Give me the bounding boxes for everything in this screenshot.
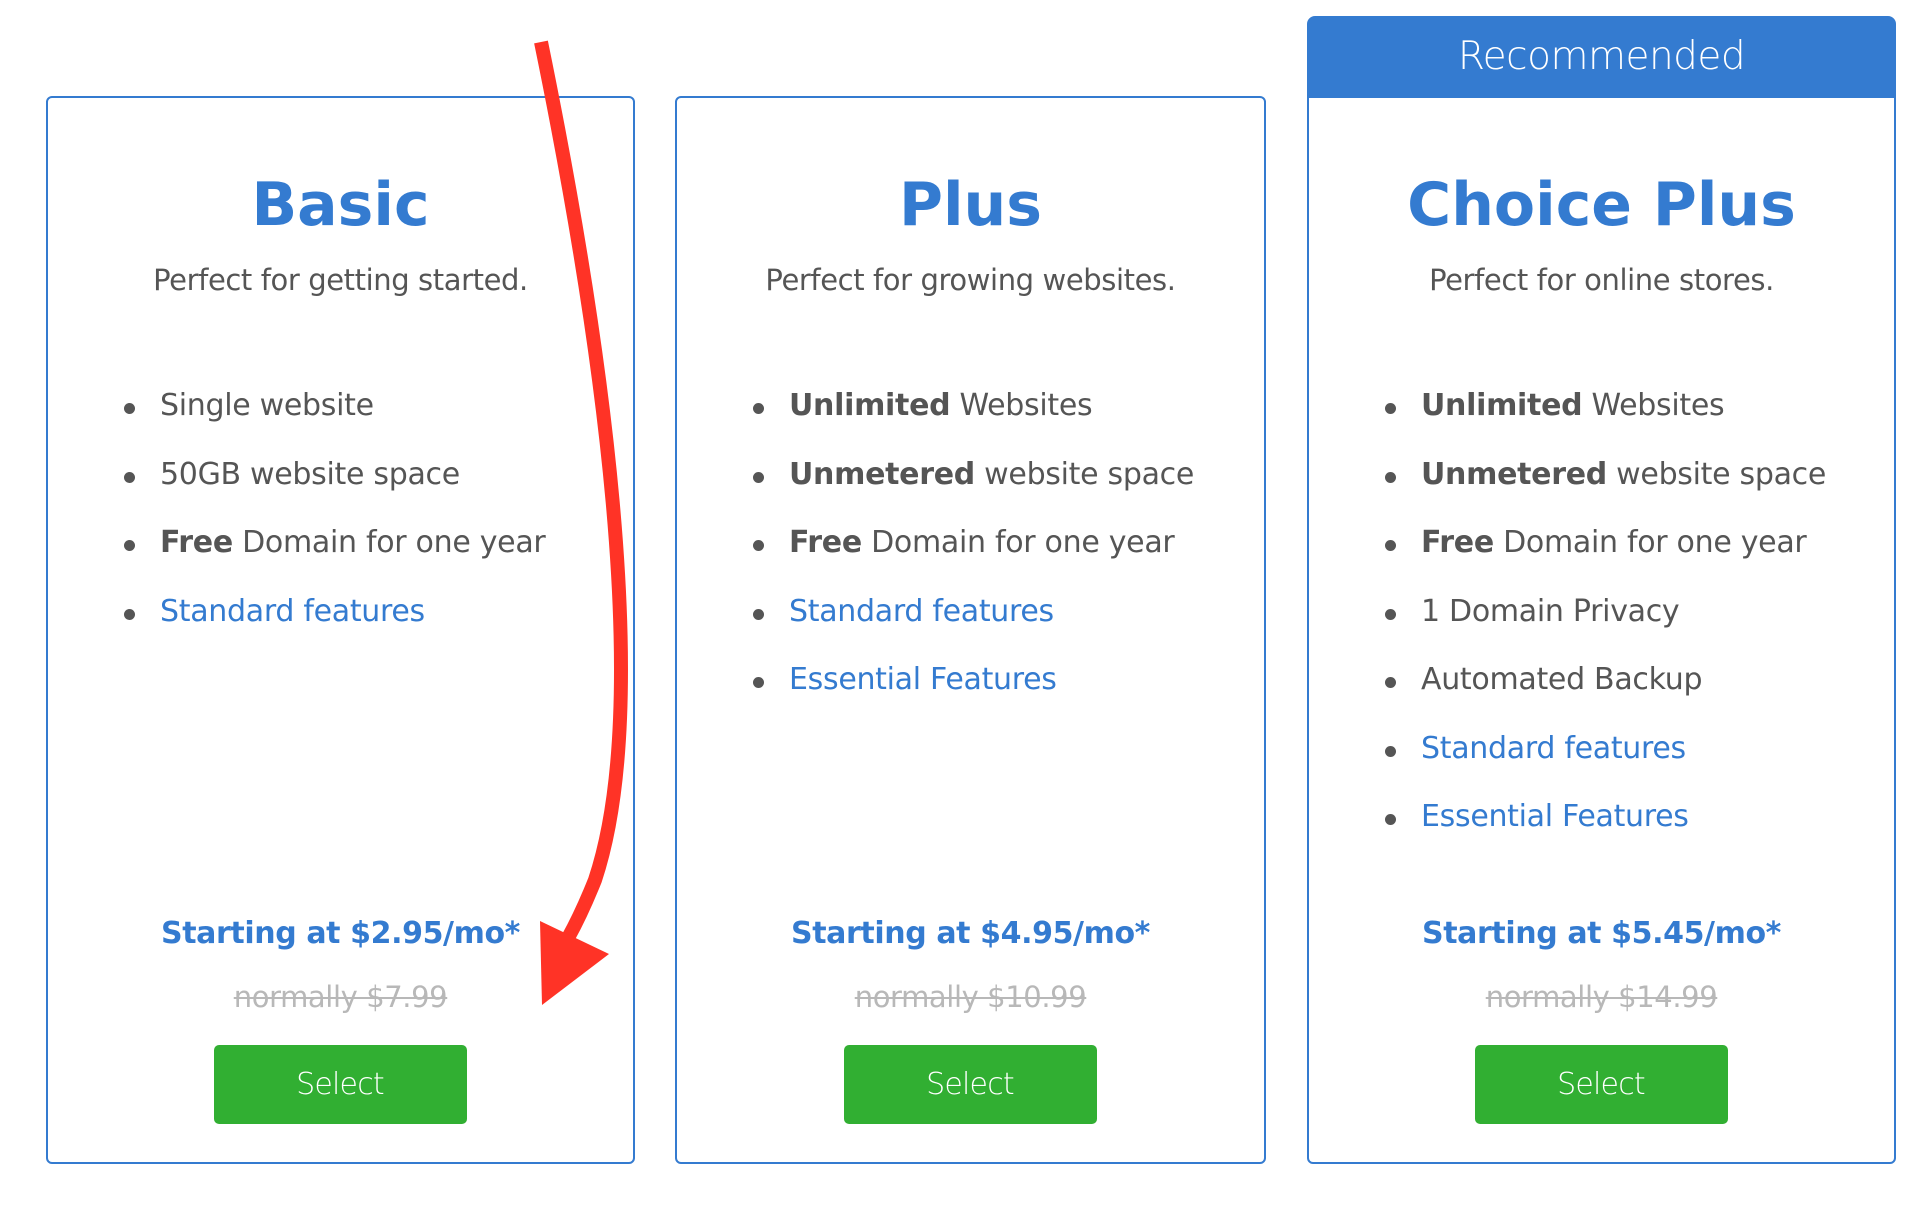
feature-text: website space	[1606, 456, 1827, 492]
feature-text: 1 Domain Privacy	[1421, 593, 1680, 629]
feature-text: Websites	[950, 388, 1093, 423]
feature-item: Free Domain for one year	[120, 523, 546, 592]
recommended-banner: Recommended	[1307, 16, 1896, 98]
feature-item: 50GB website space	[120, 455, 545, 524]
feature-item: Unlimited Websites	[749, 386, 1194, 455]
select-button-plus[interactable]: Select	[843, 1045, 1097, 1124]
normal-price: normally $10.99	[854, 980, 1087, 1014]
feature-list: Unlimited Websites Unmetered website spac…	[749, 386, 1194, 729]
feature-highlight: Unmetered	[1421, 456, 1607, 492]
feature-link[interactable]: Standard features	[160, 594, 425, 629]
feature-item: Automated Backup	[1381, 660, 1826, 729]
feature-text: Domain for one year	[861, 525, 1175, 560]
feature-link[interactable]: Essential Features	[789, 662, 1057, 697]
plan-card-basic: Basic Perfect for getting started. Singl…	[46, 96, 635, 1164]
feature-link[interactable]: Essential Features	[1421, 799, 1689, 834]
feature-item: Single website	[120, 386, 545, 455]
feature-text: Domain for one year	[232, 525, 546, 560]
feature-highlight: Free	[1421, 525, 1494, 560]
feature-link[interactable]: Standard features	[1421, 731, 1686, 766]
plan-tagline: Perfect for growing websites.	[765, 263, 1176, 297]
feature-highlight: Free	[789, 525, 862, 560]
feature-text: website space	[974, 456, 1195, 492]
plan-title: Basic	[251, 170, 430, 240]
feature-text: Websites	[1582, 388, 1725, 423]
plan-card-plus: Plus Perfect for growing websites. Unlim…	[675, 96, 1266, 1164]
select-button-choice-plus[interactable]: Select	[1474, 1045, 1728, 1124]
feature-text: Domain for one year	[1493, 525, 1807, 560]
feature-item: Unmetered website space	[1381, 455, 1826, 524]
select-button-basic[interactable]: Select	[213, 1045, 467, 1124]
feature-text: Single website	[160, 388, 374, 423]
feature-highlight: Unlimited	[1421, 388, 1583, 423]
normal-price: normally $7.99	[233, 980, 448, 1014]
plan-title: Plus	[899, 170, 1042, 240]
feature-highlight: Unlimited	[789, 388, 951, 423]
feature-item[interactable]: Standard features	[120, 592, 545, 661]
plan-tagline: Perfect for getting started.	[153, 263, 528, 297]
plan-price: Starting at $5.45/mo*	[1422, 916, 1781, 951]
plan-price: Starting at $4.95/mo*	[791, 916, 1150, 951]
feature-list: Unlimited Websites Unmetered website spac…	[1381, 386, 1826, 866]
plan-title: Choice Plus	[1407, 170, 1796, 240]
feature-item[interactable]: Standard features	[1381, 729, 1826, 798]
feature-item[interactable]: Standard features	[749, 592, 1194, 661]
feature-link[interactable]: Standard features	[789, 594, 1054, 629]
feature-item: Unmetered website space	[749, 455, 1194, 524]
feature-item: 1 Domain Privacy	[1381, 592, 1826, 661]
feature-highlight: Unmetered	[789, 456, 975, 492]
feature-item: Free Domain for one year	[749, 523, 1194, 592]
feature-highlight: Free	[160, 525, 233, 560]
plan-tagline: Perfect for online stores.	[1429, 263, 1774, 297]
plan-price: Starting at $2.95/mo*	[161, 916, 520, 951]
normal-price: normally $14.99	[1485, 980, 1718, 1014]
plan-card-choice-plus: Choice Plus Perfect for online stores. U…	[1307, 96, 1896, 1164]
feature-list: Single website 50GB website space Free Dom…	[120, 386, 546, 661]
feature-item: Unlimited Websites	[1381, 386, 1826, 455]
feature-text: Automated Backup	[1421, 662, 1703, 697]
feature-item: Free Domain for one year	[1381, 523, 1826, 592]
feature-item[interactable]: Essential Features	[749, 660, 1194, 729]
feature-item[interactable]: Essential Features	[1381, 797, 1826, 866]
feature-text: 50GB website space	[160, 456, 460, 492]
